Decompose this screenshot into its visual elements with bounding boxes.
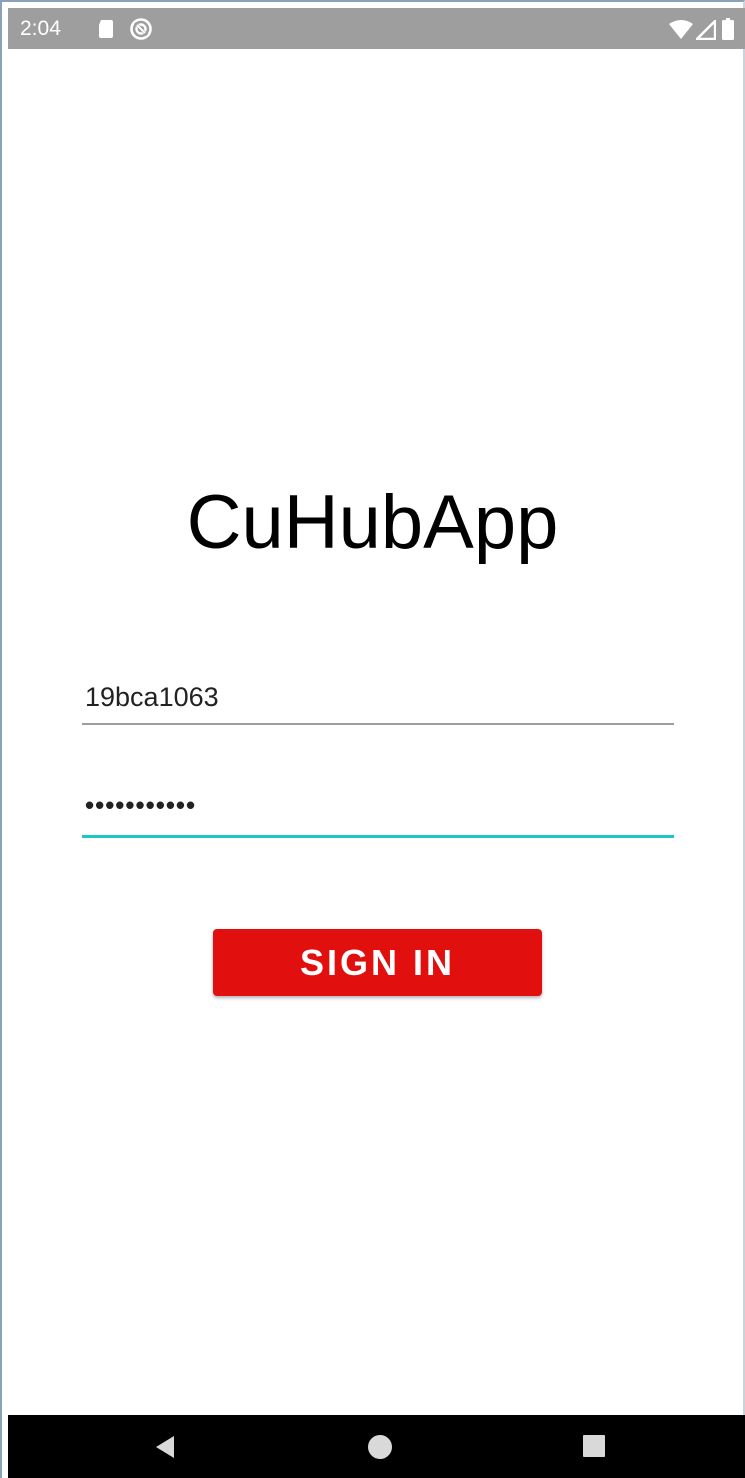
username-field[interactable]: 19bca1063 <box>82 676 674 725</box>
device-frame <box>0 0 745 1478</box>
wifi-icon <box>669 20 693 39</box>
status-time: 2:04 <box>20 17 61 40</box>
sd-card-icon <box>99 20 113 38</box>
back-icon[interactable] <box>150 1432 180 1462</box>
password-value: ••••••••••• <box>85 790 197 820</box>
signal-icon <box>696 20 716 40</box>
recents-icon[interactable] <box>582 1434 606 1458</box>
app-title: CuHubApp <box>186 480 559 565</box>
username-value: 19bca1063 <box>85 682 219 712</box>
password-field[interactable]: ••••••••••• <box>82 788 674 838</box>
sign-in-button[interactable]: SIGN IN <box>213 929 542 996</box>
status-bar: 2:04 <box>8 8 745 49</box>
sync-icon <box>130 18 152 40</box>
navigation-bar <box>8 1415 745 1478</box>
home-icon[interactable] <box>366 1433 394 1461</box>
battery-icon <box>722 18 734 40</box>
